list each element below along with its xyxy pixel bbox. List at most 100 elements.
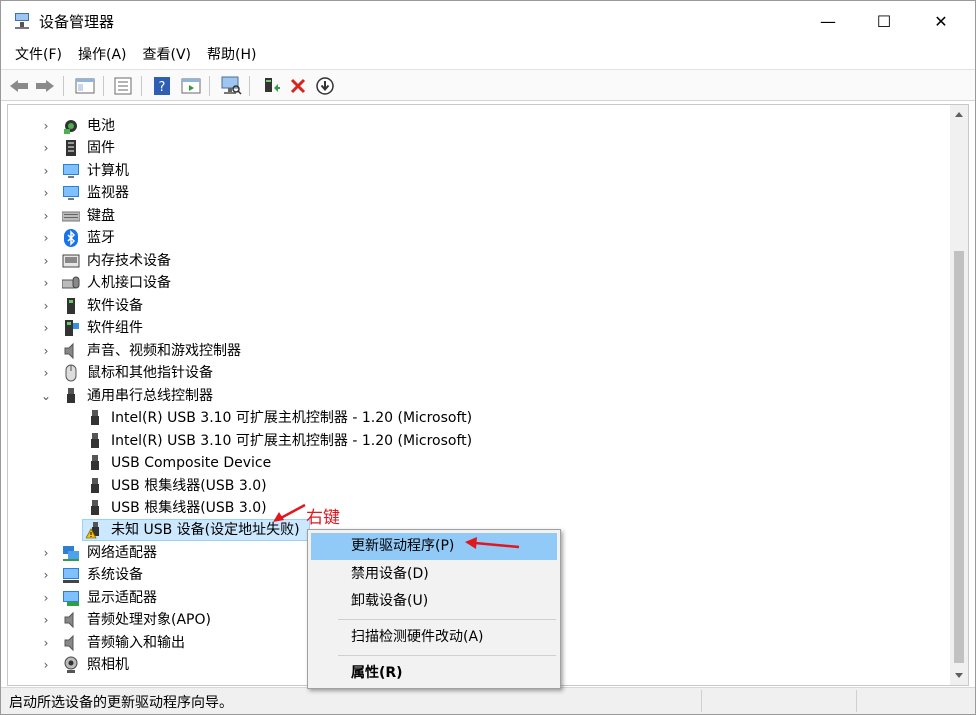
properties-button[interactable] [111, 74, 135, 98]
expand-chevron-icon[interactable]: › [40, 137, 52, 159]
software-device-icon [67, 298, 75, 314]
expand-chevron-icon[interactable]: › [40, 115, 52, 137]
back-icon [10, 80, 28, 92]
tree-item-label: 鼠标和其他指针设备 [87, 365, 213, 381]
scan-hardware-icon [221, 76, 242, 95]
tree-item-label: 照相机 [87, 657, 129, 673]
menu-item-scan-hardware-changes[interactable]: 扫描检测硬件改动(A) [311, 624, 557, 651]
tree-item-label: 通用串行总线控制器 [87, 388, 213, 404]
computer-icon [63, 164, 79, 178]
tree-item-label: USB 根集线器(USB 3.0) [111, 500, 267, 516]
expand-chevron-icon[interactable]: › [40, 227, 52, 249]
status-divider [701, 690, 702, 712]
title-bar[interactable]: 设备管理器 — ☐ ✕ [1, 1, 975, 41]
scan-hardware-button[interactable] [219, 74, 243, 98]
monitor-icon [63, 186, 79, 200]
menu-view[interactable]: 查看(V) [135, 41, 200, 69]
expand-chevron-icon[interactable]: › [40, 205, 52, 227]
expand-chevron-icon[interactable]: › [40, 295, 52, 317]
svg-text:?: ? [159, 80, 166, 95]
disable-button[interactable] [313, 74, 337, 98]
scroll-up-button[interactable] [950, 105, 968, 123]
expand-chevron-icon[interactable]: › [40, 362, 52, 384]
action-pane-button[interactable] [179, 74, 203, 98]
tree-item-label: Intel(R) USB 3.10 可扩展主机控制器 - 1.20 (Micro… [111, 433, 473, 449]
back-button[interactable] [7, 74, 31, 98]
tree-item-label: 键盘 [87, 208, 115, 224]
toolbar-separator [249, 76, 250, 96]
forward-button[interactable] [33, 74, 57, 98]
scroll-up-arrow-icon [955, 112, 963, 117]
vertical-scrollbar[interactable] [950, 105, 968, 685]
show-hide-console-tree-icon [75, 78, 95, 94]
collapse-chevron-icon[interactable]: ⌄ [40, 385, 52, 407]
menu-action[interactable]: 操作(A) [70, 41, 135, 69]
software-component-icon [65, 320, 79, 336]
expand-chevron-icon[interactable]: › [40, 340, 52, 362]
keyboard-icon [62, 211, 80, 222]
menu-file[interactable]: 文件(F) [7, 41, 70, 69]
menu-item-properties[interactable]: 属性(R) [311, 660, 557, 687]
context-menu: 更新驱动程序(P) 禁用设备(D) 卸载设备(U) 扫描检测硬件改动(A) 属性… [307, 529, 561, 689]
toolbar-separator [209, 76, 210, 96]
usb-icon [91, 500, 99, 515]
uninstall-button[interactable] [286, 74, 310, 98]
expand-chevron-icon[interactable]: › [40, 542, 52, 564]
menu-item-uninstall-device[interactable]: 卸载设备(U) [311, 588, 557, 615]
tree-item-label: 电池 [87, 118, 115, 134]
show-hide-console-tree-button[interactable] [73, 74, 97, 98]
expand-chevron-icon[interactable]: › [40, 609, 52, 631]
annotation-pointer-arrow-icon [465, 537, 520, 549]
expand-chevron-icon[interactable]: › [40, 317, 52, 339]
scroll-down-button[interactable] [950, 667, 968, 685]
tree-item-label: 软件设备 [87, 298, 143, 314]
camera-icon [64, 656, 78, 673]
annotation-right-click-label: 右键 [306, 508, 340, 528]
system-device-icon [63, 568, 79, 583]
maximize-button[interactable]: ☐ [861, 1, 907, 41]
tree-item-label: USB 根集线器(USB 3.0) [111, 478, 267, 494]
update-driver-button[interactable] [259, 74, 283, 98]
toolbar-separator [141, 76, 142, 96]
expand-chevron-icon[interactable]: › [40, 160, 52, 182]
tree-item-label: 固件 [87, 140, 115, 156]
speaker-icon [64, 611, 74, 629]
expand-chevron-icon[interactable]: › [40, 250, 52, 272]
tree-item-label: 声音、视频和游戏控制器 [87, 343, 241, 359]
expand-chevron-icon[interactable]: › [40, 587, 52, 609]
usb-icon [91, 433, 99, 448]
close-button[interactable]: ✕ [918, 1, 964, 41]
tree-item-label: 音频输入和输出 [87, 635, 185, 651]
annotation-arrow-icon [273, 503, 306, 522]
scroll-down-arrow-icon [955, 673, 963, 678]
display-adapter-icon [63, 591, 79, 606]
toolbar-separator [103, 76, 104, 96]
tree-item-label: 系统设备 [87, 567, 143, 583]
tree-item-label: 监视器 [87, 185, 129, 201]
minimize-button[interactable]: — [805, 1, 851, 41]
uninstall-icon [290, 78, 306, 94]
menu-item-disable-device[interactable]: 禁用设备(D) [311, 561, 557, 588]
toolbar-separator [63, 76, 64, 96]
tree-item-label: 显示适配器 [87, 590, 157, 606]
tree-item-label: 人机接口设备 [87, 275, 171, 291]
expand-chevron-icon[interactable]: › [40, 654, 52, 676]
menu-help[interactable]: 帮助(H) [199, 41, 264, 69]
tree-item-label: 计算机 [87, 163, 129, 179]
expand-chevron-icon[interactable]: › [40, 564, 52, 586]
expand-chevron-icon[interactable]: › [40, 182, 52, 204]
speaker-icon [64, 342, 74, 360]
usb-icon [91, 455, 99, 470]
help-button[interactable]: ? [150, 74, 174, 98]
maximize-icon: ☐ [876, 11, 892, 31]
help-icon: ? [154, 77, 170, 95]
warning-usb-icon [86, 522, 99, 539]
status-divider [856, 690, 857, 712]
bluetooth-icon [64, 229, 78, 247]
expand-chevron-icon[interactable]: › [40, 272, 52, 294]
properties-icon [114, 77, 132, 95]
tree-item-label: 软件组件 [87, 320, 143, 336]
expand-chevron-icon[interactable]: › [40, 632, 52, 654]
scroll-thumb[interactable] [954, 251, 964, 663]
tree-item-label: 网络适配器 [87, 545, 157, 561]
